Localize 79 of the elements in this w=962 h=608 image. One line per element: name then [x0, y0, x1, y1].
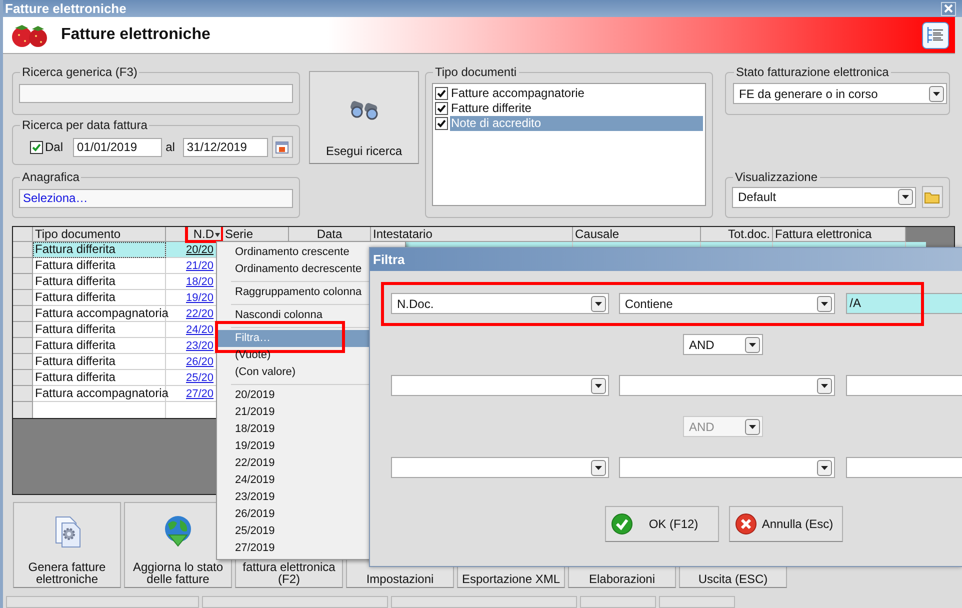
header-title: Fatture elettroniche	[61, 25, 212, 45]
dropdown-field[interactable]	[391, 457, 609, 478]
folder-icon	[924, 190, 940, 204]
text-field[interactable]	[19, 84, 293, 103]
table-link[interactable]: 19/20	[186, 290, 214, 304]
toolbar-button[interactable]: Genera fatture elettroniche	[13, 502, 121, 588]
checkbox[interactable]	[435, 102, 448, 115]
window-title: Fatture elettroniche	[5, 0, 126, 17]
dialog-button[interactable]: Annulla (Esc)	[729, 506, 843, 542]
list-item[interactable]: Fatture accompagnatorie	[450, 86, 703, 101]
group-label: Tipo documenti	[434, 65, 518, 79]
table-link[interactable]: 23/20	[186, 338, 214, 352]
table-link[interactable]: 18/20	[186, 274, 214, 288]
dropdown-field[interactable]	[391, 375, 609, 396]
row-header[interactable]	[13, 258, 33, 274]
folder-button[interactable]	[922, 186, 943, 208]
row-header[interactable]	[13, 242, 33, 258]
row-header[interactable]	[13, 338, 33, 354]
column-header[interactable]: Data	[289, 227, 371, 242]
dropdown-field[interactable]: Default	[732, 186, 916, 208]
dropdown-field[interactable]: Contiene	[618, 293, 835, 314]
dialog-button[interactable]: OK (F12)	[605, 506, 719, 542]
group-label: Ricerca per data fattura	[21, 118, 148, 132]
close-icon	[944, 4, 953, 13]
checkbox-label: Dal	[45, 139, 64, 156]
column-header[interactable]: Causale	[573, 227, 701, 242]
checkbox[interactable]	[30, 140, 43, 154]
row-header[interactable]	[13, 290, 33, 306]
binoculars-icon	[348, 98, 380, 120]
dropdown-field[interactable]	[618, 375, 835, 396]
calendar-icon	[275, 140, 290, 154]
text-field[interactable]	[846, 375, 962, 396]
table-link[interactable]: 20/20	[186, 242, 214, 256]
column-header[interactable]: Tot.doc.	[701, 227, 773, 242]
row-header[interactable]	[13, 386, 33, 402]
calendar-button[interactable]	[272, 136, 293, 158]
dropdown-field[interactable]: AND	[683, 334, 763, 355]
column-header[interactable]: Fattura elettronica	[773, 227, 906, 242]
text-field[interactable]: 01/01/2019	[73, 138, 162, 156]
table-link[interactable]: 26/20	[186, 354, 214, 368]
checkbox[interactable]	[435, 117, 448, 130]
row-header[interactable]	[13, 354, 33, 370]
dialog-title: Filtra	[373, 250, 405, 269]
table-link[interactable]: 21/20	[186, 258, 214, 272]
text-field[interactable]: /A	[846, 293, 962, 314]
checkbox[interactable]	[435, 87, 448, 100]
dropdown-field[interactable]: FE da generare o in corso	[733, 83, 947, 104]
row-header[interactable]	[13, 402, 33, 418]
row-header[interactable]	[13, 322, 33, 338]
row-header[interactable]	[13, 274, 33, 290]
sort-arrow-icon	[215, 233, 220, 237]
tree-list-icon[interactable]	[922, 22, 949, 48]
dropdown-field[interactable]	[618, 457, 835, 478]
table-link[interactable]: 24/20	[186, 322, 214, 336]
list-item[interactable]: Fatture differite	[450, 101, 703, 116]
grid-corner	[13, 227, 33, 242]
column-header[interactable]: Intestatario	[371, 227, 573, 242]
column-header[interactable]: Tipo documento	[33, 227, 166, 242]
check-icon	[611, 513, 633, 535]
group-label: Visualizzazione	[734, 170, 818, 184]
text-field[interactable]: 31/12/2019	[182, 138, 268, 156]
field-label: al	[166, 139, 175, 156]
dropdown-field[interactable]: N.Doc.	[391, 293, 609, 314]
column-header[interactable]: Serie	[223, 227, 289, 242]
table-link[interactable]: 27/20	[186, 386, 214, 400]
column-header[interactable]: N.D	[166, 227, 223, 242]
toolbar-button[interactable]: Aggiorna lo stato delle fatture	[124, 502, 232, 588]
group-label: Ricerca generica (F3)	[21, 65, 138, 79]
group-label: Anagrafica	[21, 170, 80, 184]
close-icon	[735, 513, 757, 535]
text-field[interactable]	[846, 457, 962, 478]
table-link[interactable]: 25/20	[186, 370, 214, 384]
group-label: Stato fatturazione elettronica	[735, 65, 890, 79]
text-field[interactable]: Seleziona…	[19, 189, 293, 208]
row-header[interactable]	[13, 306, 33, 322]
search-button[interactable]: Esegui ricerca	[309, 71, 419, 164]
row-header[interactable]	[13, 370, 33, 386]
close-button[interactable]	[941, 2, 956, 16]
table-link[interactable]: 22/20	[186, 306, 214, 320]
